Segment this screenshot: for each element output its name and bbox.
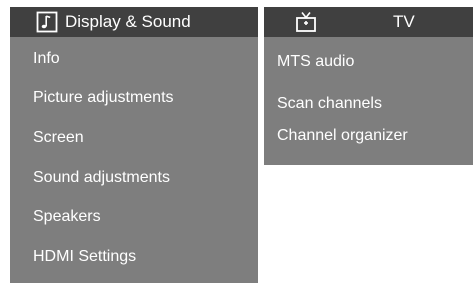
display-sound-menu: Display & Sound Info Picture adjustments…	[10, 7, 258, 283]
menu-item-mts-audio[interactable]: MTS audio	[277, 53, 354, 71]
music-note-icon	[35, 10, 59, 39]
display-sound-menu-header[interactable]: Display & Sound	[10, 7, 258, 37]
menu-item-channel-organizer[interactable]: Channel organizer	[277, 127, 408, 145]
menu-item-picture-adjustments[interactable]: Picture adjustments	[33, 89, 174, 107]
menu-item-speakers[interactable]: Speakers	[33, 208, 101, 226]
menu-item-scan-channels[interactable]: Scan channels	[277, 95, 382, 113]
menu-item-info[interactable]: Info	[33, 50, 60, 68]
tv-menu-header[interactable]: TV	[264, 7, 473, 37]
menu-item-sound-adjustments[interactable]: Sound adjustments	[33, 169, 170, 187]
tv-menu-title: TV	[393, 12, 415, 31]
tv-menu: TV MTS audio Scan channels Channel organ…	[264, 7, 473, 165]
display-sound-menu-title: Display & Sound	[65, 12, 191, 31]
tv-icon	[294, 10, 318, 39]
menu-item-screen[interactable]: Screen	[33, 129, 84, 147]
menu-item-hdmi-settings[interactable]: HDMI Settings	[33, 248, 136, 266]
